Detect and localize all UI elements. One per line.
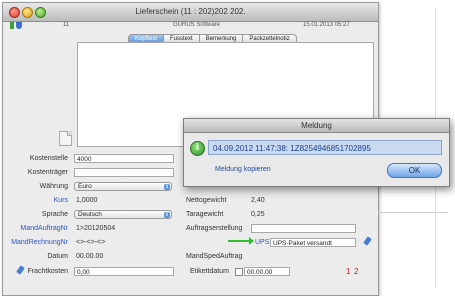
etikettdatum-field[interactable]: 00.00.00 [244,267,290,276]
kostenstelle-field[interactable]: 4000 [74,154,174,163]
note-document-icon[interactable] [59,131,72,146]
ups-field[interactable]: UPS-Paket versandt [270,238,356,247]
timestamp: 15.01.2013 05:27 [303,22,350,28]
meldung-dialog: Meldung i 04.09.2012 11:47:38: 1Z8254946… [183,118,450,187]
mandauftrag-label[interactable]: MandAuftragNr [8,225,68,232]
datum-label: Datum [47,253,68,260]
mandspedauftrag-label: MandSpedAuftrag [186,253,243,260]
auftragserstellung-field[interactable] [251,224,356,233]
status-green-icon [10,22,14,29]
sprache-value: Deutsch [78,211,102,218]
datum-value: 00.00.00 [76,253,104,260]
shield-icon [16,22,22,29]
status-icons [10,22,24,30]
kostentraeger-label: Kostenträger [27,169,68,176]
kostentraeger-field[interactable] [74,168,174,177]
etikettdatum-label: Etikettdatum [190,268,229,275]
window-title: Lieferschein (11 : 202)202 202. [135,7,246,16]
copy-message-link[interactable]: Meldung kopieren [215,166,271,173]
sprache-select[interactable]: Deutsch ⇕ [74,210,172,219]
nettogewicht-label: Nettogewicht [186,197,227,204]
sprache-label: Sprache [41,211,68,218]
kostenstelle-label: Kostenstelle [29,155,68,162]
divider [378,212,448,213]
waehrung-value: Euro [78,183,92,190]
kurs-label[interactable]: Kurs [8,197,68,204]
arrow-right-icon [228,237,254,245]
mandauftrag-value: 1>20120504 [76,225,116,232]
frachtkosten-field[interactable]: 0,00 [74,267,174,276]
ok-button[interactable]: OK [387,163,442,178]
company-name: GURUS Software [173,22,221,28]
chevron-updown-icon: ⇕ [164,212,170,218]
window-titlebar: Lieferschein (11 : 202)202 202. [3,3,378,22]
etikettdatum-checkbox[interactable] [235,268,243,276]
dialog-title: Meldung [184,119,449,133]
waehrung-select[interactable]: Euro ⇕ [74,182,172,191]
dialog-message: 04.09.2012 11:47:38: 1Z8254946851702895 [208,140,442,155]
mandrechnung-value: <>-<>-<> [76,239,106,246]
chevron-updown-icon: ⇕ [164,184,170,190]
kurs-value: 1,0000 [76,197,98,204]
auftragserstellung-label: Auftragserstellung [186,225,243,232]
frachtkosten-label: Frachtkosten [27,268,68,275]
taragewicht-value: 0,25 [251,211,265,218]
record-number: 11 [63,22,70,28]
counter-two: 2 [354,267,359,276]
nettogewicht-value: 2,40 [251,197,265,204]
counter-one: 1 [346,267,351,276]
waehrung-label: Währung [39,183,68,190]
mandrechnung-label[interactable]: MandRechnungNr [8,239,68,246]
info-icon: i [190,141,205,156]
taragewicht-label: Taragewicht [186,211,224,218]
ups-label[interactable]: UPS [255,239,269,246]
